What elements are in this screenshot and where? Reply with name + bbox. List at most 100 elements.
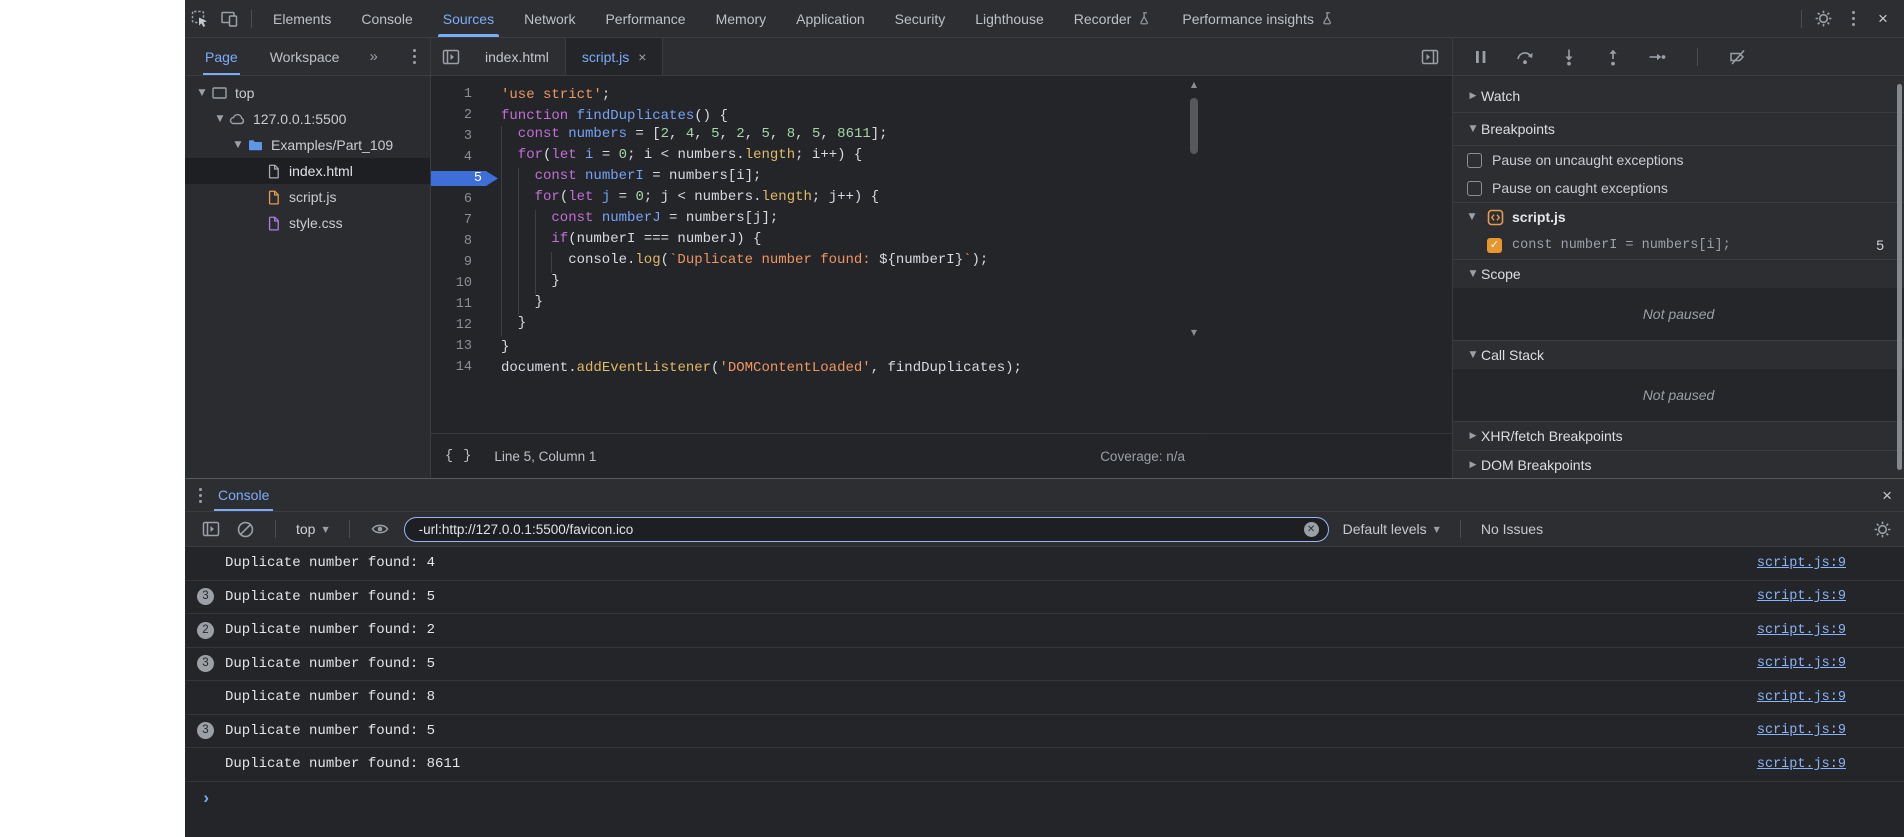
line-number[interactable]: 6 (431, 192, 488, 207)
line-number[interactable]: 10 (431, 276, 488, 291)
tab-label: Performance (605, 11, 685, 27)
tab-elements[interactable]: Elements (258, 0, 346, 37)
breakpoint-entry-row[interactable]: ✓ const numberI = numbers[i]; 5 (1453, 231, 1904, 260)
console-source-link[interactable]: script.js:9 (1757, 556, 1846, 571)
tab-performance-insights[interactable]: Performance insights (1167, 0, 1350, 37)
line-number[interactable]: 9 (431, 255, 488, 270)
settings-gear-icon[interactable] (1808, 4, 1838, 34)
line-number[interactable]: 3 (431, 129, 488, 144)
tab-lighthouse[interactable]: Lighthouse (960, 0, 1059, 37)
tab-security[interactable]: Security (880, 0, 961, 37)
line-number[interactable]: 4 (431, 150, 488, 165)
checkbox-unchecked-icon[interactable] (1467, 181, 1482, 196)
tab-sources[interactable]: Sources (428, 0, 509, 37)
editor-tab-script-js[interactable]: script.js× (566, 38, 664, 75)
line-number[interactable]: 14 (431, 360, 488, 375)
tree-item-script-js[interactable]: script.js (185, 184, 430, 210)
line-number[interactable]: 7 (431, 213, 488, 228)
console-context-selector[interactable]: top ▼ (296, 521, 329, 537)
indent-guide (501, 168, 518, 189)
console-filter-input[interactable] (417, 521, 1296, 538)
drawer-close-icon[interactable]: × (1882, 479, 1892, 511)
tree-item-index-html[interactable]: index.html (185, 158, 430, 184)
tab-performance[interactable]: Performance (590, 0, 700, 37)
main-menu-kebab-icon[interactable] (1838, 4, 1868, 34)
console-prompt-row[interactable]: › (185, 782, 1904, 809)
pause-script-icon[interactable] (1471, 47, 1491, 67)
code-line: 5const numberI = numbers[i]; (431, 168, 1201, 189)
indent-guide (518, 231, 535, 252)
code-line: 13} (431, 336, 1201, 357)
tab-application[interactable]: Application (781, 0, 880, 37)
hide-debugger-panel-icon[interactable] (1408, 38, 1452, 75)
step-icon[interactable] (1647, 47, 1667, 67)
navigator-tab-workspace[interactable]: Workspace (268, 38, 342, 75)
console-settings-gear-icon[interactable] (1872, 519, 1892, 539)
pause-caught-exceptions-row[interactable]: Pause on caught exceptions (1453, 174, 1904, 203)
console-source-link[interactable]: script.js:9 (1757, 723, 1846, 738)
checkbox-unchecked-icon[interactable] (1467, 153, 1482, 168)
console-source-link[interactable]: script.js:9 (1757, 623, 1846, 638)
sidebar-scrollbar-thumb[interactable] (1897, 84, 1902, 470)
step-out-icon[interactable] (1603, 47, 1623, 67)
clear-filter-icon[interactable]: ✕ (1304, 522, 1319, 537)
line-number[interactable]: 13 (431, 339, 488, 354)
tree-item-127-0-0-1-5500[interactable]: ▼127.0.0.1:5500 (185, 106, 430, 132)
console-source-link[interactable]: script.js:9 (1757, 656, 1846, 671)
console-source-link[interactable]: script.js:9 (1757, 589, 1846, 604)
line-number[interactable]: 11 (431, 297, 488, 312)
breakpoints-section-header[interactable]: ▼ Breakpoints (1453, 113, 1904, 146)
tab-recorder[interactable]: Recorder (1059, 0, 1168, 37)
console-source-link[interactable]: script.js:9 (1757, 690, 1846, 705)
dom-breakpoints-section-header[interactable]: ▶ DOM Breakpoints (1453, 451, 1904, 478)
live-expression-eye-icon[interactable] (370, 519, 390, 539)
issues-counter[interactable]: No Issues (1481, 521, 1543, 537)
indent-guide (501, 210, 518, 231)
inspect-icon[interactable] (185, 4, 215, 34)
code-line-content: } (488, 294, 543, 315)
console-source-link[interactable]: script.js:9 (1757, 757, 1846, 772)
call-stack-section-header[interactable]: ▼ Call Stack (1453, 341, 1904, 369)
log-levels-dropdown[interactable]: Default levels ▼ (1343, 521, 1440, 537)
tree-item-style-css[interactable]: style.css (185, 210, 430, 236)
step-into-icon[interactable] (1559, 47, 1579, 67)
debugger-sidebar: ▶ Watch ▼ Breakpoints Pause on uncaught … (1452, 76, 1904, 478)
close-tab-icon[interactable]: × (638, 49, 646, 65)
tree-item-top[interactable]: ▼top (185, 80, 430, 106)
scroll-up-icon[interactable]: ▲ (1187, 80, 1201, 89)
clear-console-icon[interactable] (235, 519, 255, 539)
more-tabs-chevron[interactable]: » (369, 48, 378, 65)
tree-item-examples-part-109[interactable]: ▼Examples/Part_109 (185, 132, 430, 158)
watch-section-header[interactable]: ▶ Watch (1453, 80, 1904, 113)
devtools-close-icon[interactable]: × (1868, 4, 1898, 34)
tab-memory[interactable]: Memory (701, 0, 782, 37)
tab-console[interactable]: Console (346, 0, 427, 37)
editor-scrollbar[interactable]: ▲ ▼ (1187, 76, 1201, 433)
line-number[interactable]: 8 (431, 234, 488, 249)
line-number[interactable]: 12 (431, 318, 488, 333)
step-over-icon[interactable] (1515, 47, 1535, 67)
navigator-kebab-icon[interactable] (413, 49, 416, 64)
drawer-kebab-icon[interactable] (199, 488, 202, 503)
line-number[interactable]: 1 (431, 87, 488, 102)
hide-navigator-panel-icon[interactable] (431, 38, 469, 75)
scope-section-header[interactable]: ▼ Scope (1453, 260, 1904, 288)
tab-network[interactable]: Network (509, 0, 590, 37)
scroll-down-icon[interactable]: ▼ (1187, 328, 1201, 337)
checkbox-checked-icon[interactable]: ✓ (1487, 238, 1502, 253)
navigator-tab-page[interactable]: Page (203, 38, 240, 75)
device-toolbar-icon[interactable] (215, 4, 245, 34)
pause-uncaught-exceptions-row[interactable]: Pause on uncaught exceptions (1453, 146, 1904, 174)
deactivate-breakpoints-icon[interactable] (1728, 47, 1748, 67)
code-token (593, 210, 601, 226)
drawer-tab-console[interactable]: Console (214, 479, 273, 511)
show-console-sidebar-icon[interactable] (201, 519, 221, 539)
editor-tab-index-html[interactable]: index.html (469, 38, 566, 75)
code-editor[interactable]: 1'use strict';2function findDuplicates()… (431, 76, 1201, 441)
pretty-print-button[interactable]: { } (445, 449, 472, 464)
breakpoint-file-group[interactable]: ▼ script.js (1453, 203, 1904, 231)
line-number[interactable]: 2 (431, 108, 488, 123)
breakpoint-marker[interactable]: 5 (431, 171, 498, 186)
xhr-breakpoints-section-header[interactable]: ▶ XHR/fetch Breakpoints (1453, 422, 1904, 451)
scrollbar-thumb[interactable] (1190, 98, 1198, 154)
